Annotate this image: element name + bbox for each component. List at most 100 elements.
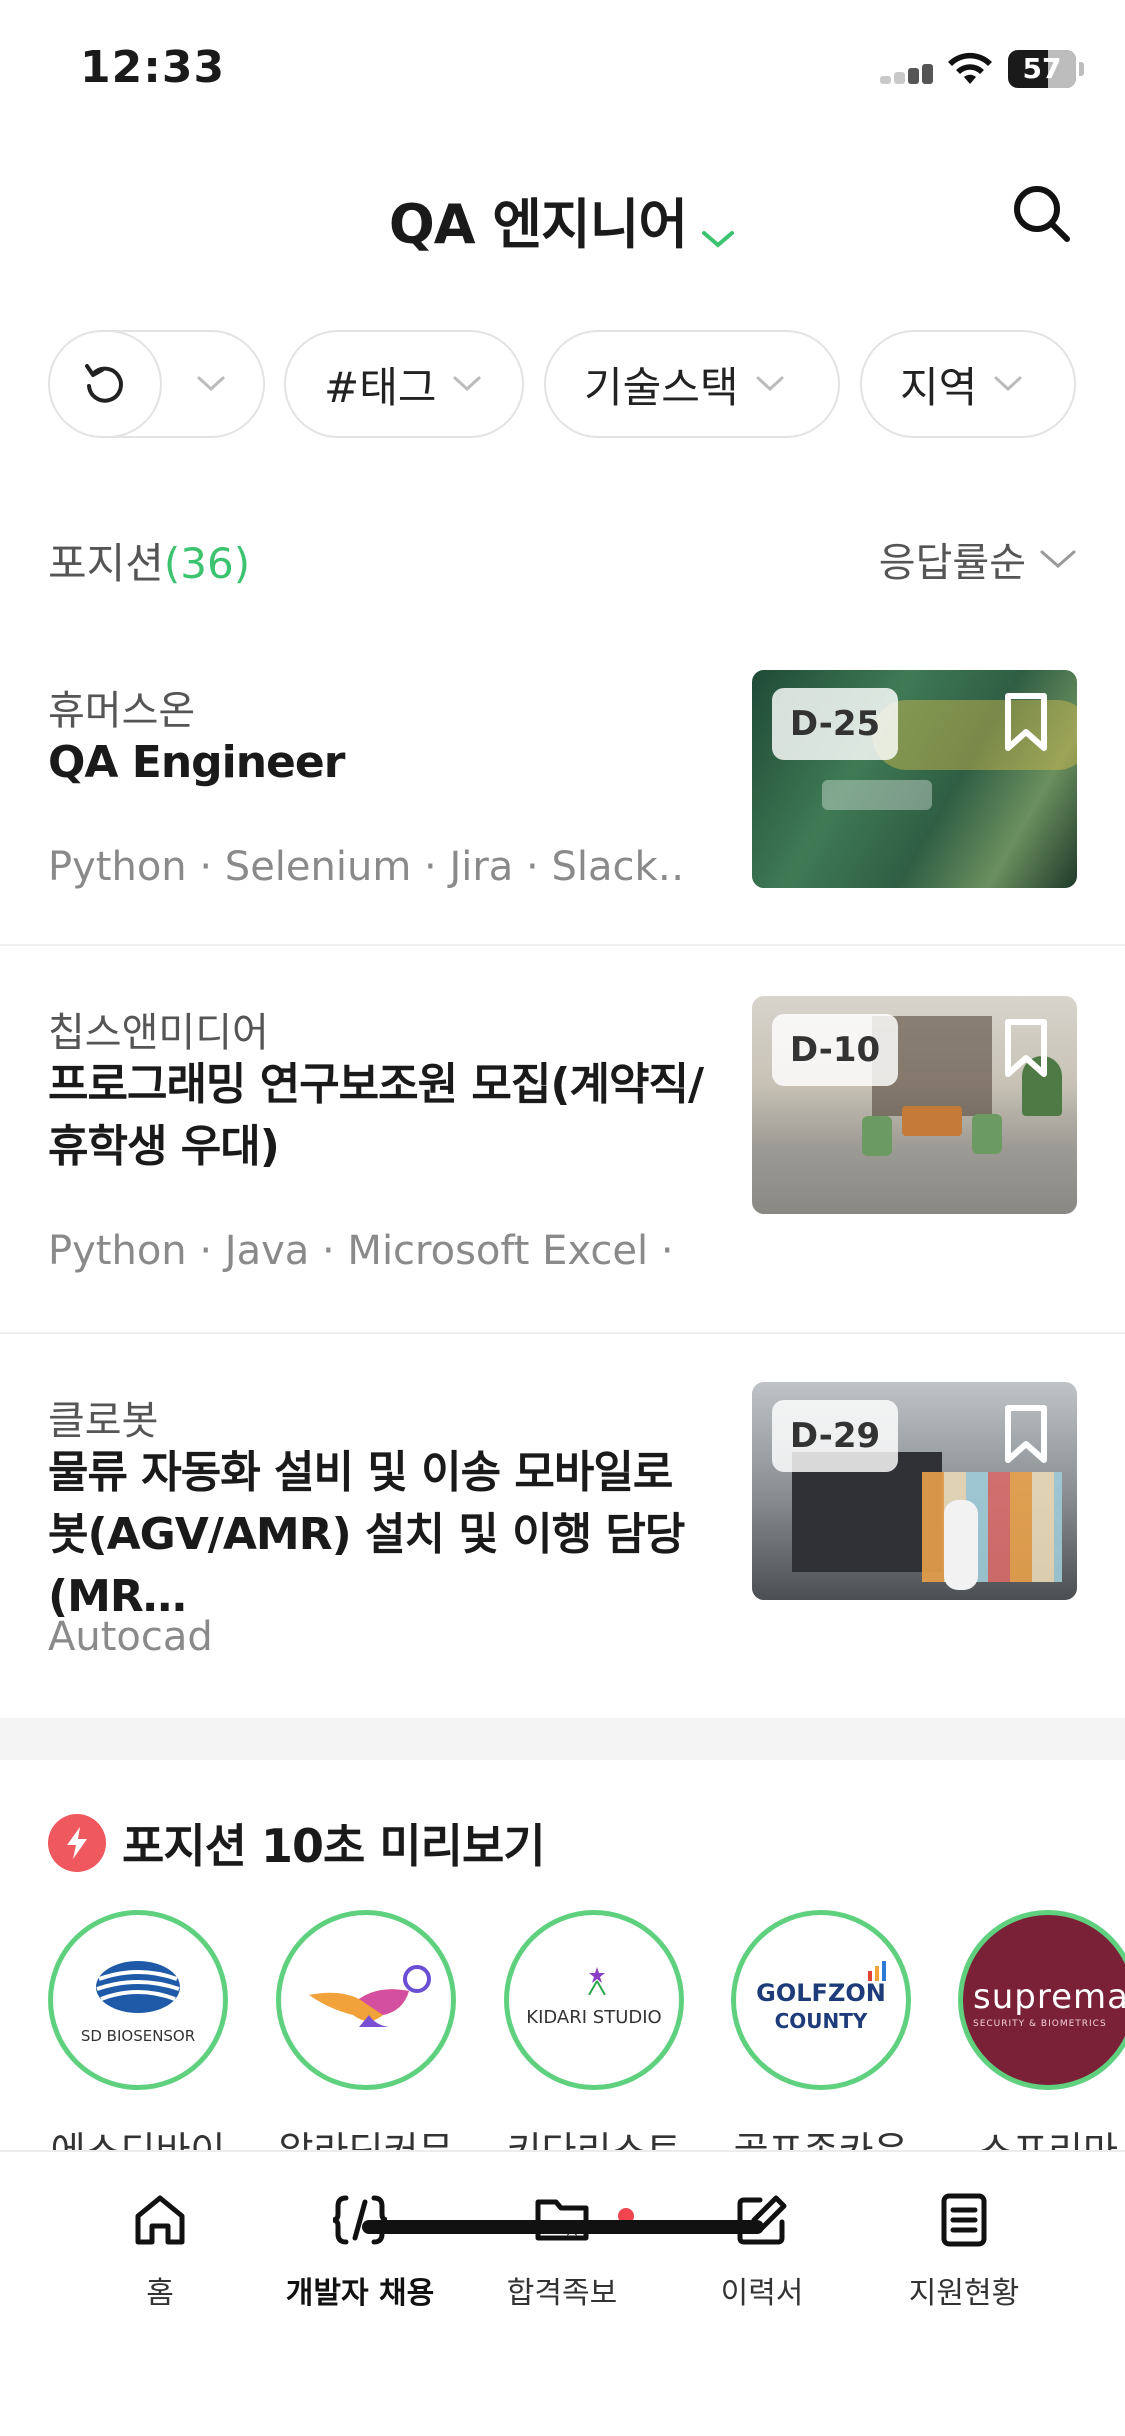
chevron-down-icon [994,376,1022,392]
company-preview-item[interactable]: KIDARI STUDIO 키다리스트 [504,1910,684,2150]
status-bar: 12:33 57 [0,0,1125,135]
section-divider [0,1718,1125,1760]
company-logo [276,1910,456,2090]
filter-chip-tag[interactable]: #태그 [284,330,524,438]
battery-icon: 57 [1008,50,1076,88]
reset-filters-button[interactable] [48,330,162,438]
logo-wordmark: SD BIOSENSOR [80,2027,196,2045]
logo-subtitle: SECURITY & BIOMETRICS [973,2019,1107,2029]
tab-label: 이력서 [720,2276,804,2311]
tab-home[interactable]: 홈 [60,2190,260,2312]
company-logo: GOLFZON COUNTY [731,1910,911,2090]
colored-blocks-shape [922,1472,1062,1582]
filter-chip-region[interactable]: 지역 [860,330,1076,438]
wifi-icon [948,52,992,84]
job-card[interactable]: 칩스앤미디어 프로그래밍 연구보조원 모집(계약직/휴학생 우대) Python… [0,948,1125,1334]
list-count: (36) [163,539,251,588]
job-title: 프로그래밍 연구보조원 모집(계약직/휴학생 우대) [48,1059,704,1172]
list-title: 포지션 [48,539,164,588]
job-company: 클로봇 [48,1398,159,1444]
job-tags: Autocad [48,1614,213,1660]
lightning-icon [48,1814,106,1872]
company-name: 스프리마 [938,2120,1125,2150]
company-name: 알라딘커뮤 [256,2120,476,2150]
page-title: QA 엔지니어 [388,193,688,256]
tab-pass-guide[interactable]: 합격족보 [462,2190,662,2312]
position-count-label: 포지션(36) [48,530,250,591]
bottom-tab-bar: 홈 개발자 채용 합격족보 이력서 지원현황 [0,2150,1125,2436]
job-tags: Python · Selenium · Jira · Slack… [48,844,688,890]
job-title: QA Engineer [48,737,345,788]
logo-wordmark-text: KIDARI STUDIO [526,2007,662,2028]
tab-developer-jobs[interactable]: 개발자 채용 [260,2190,460,2312]
battery-level: 57 [1022,52,1062,85]
star-figure-icon [588,1967,606,1995]
globe-logo-icon [96,1961,180,2013]
top-header: QA 엔지니어 [0,160,1125,270]
tab-label: 개발자 채용 [285,2276,435,2311]
filter-chip-label: 기술스택 [584,362,739,412]
company-preview-item[interactable]: SD BIOSENSOR 에스디바이 [48,1910,228,2150]
job-thumbnail: D-25 [752,670,1077,888]
preview-title: 포지션 10초 미리보기 [122,1819,546,1873]
list-header: 포지션(36) 응답률순 [48,530,1078,590]
company-name: 키다리스트 [484,2120,704,2150]
document-list-icon [941,2193,987,2247]
job-thumbnail: D-29 [752,1382,1077,1600]
tab-label: 지원현황 [908,2276,1020,2311]
filter-bar: #태그 기술스택 지역 [0,330,1125,440]
job-company: 휴머스온 [48,688,196,734]
deadline-badge: D-25 [772,688,898,760]
table-shape [902,1106,962,1136]
logo-wordmark: KIDARI STUDIO [509,2007,679,2028]
chevron-down-icon [453,376,481,392]
bar-mark-icon [868,1961,886,1981]
company-preview-item[interactable]: GOLFZON COUNTY 골프존카운 [731,1910,911,2150]
sign-lettering-shape [822,780,932,810]
company-preview-carousel[interactable]: SD BIOSENSOR 에스디바이 알라딘커뮤 KIDARI STUDIO 키… [0,1910,1125,2150]
company-preview-item[interactable]: 알라딘커뮤 [276,1910,456,2150]
deadline-badge: D-29 [772,1400,898,1472]
tab-application-status[interactable]: 지원현황 [864,2190,1064,2312]
home-indicator [362,2220,764,2234]
status-time: 12:33 [80,42,226,93]
robot-shape [944,1500,978,1590]
company-logo: SD BIOSENSOR [48,1910,228,2090]
chevron-down-icon [197,376,225,392]
filter-chip-tech-stack[interactable]: 기술스택 [544,330,840,438]
tab-resume[interactable]: 이력서 [662,2190,862,2312]
chevron-down-icon [756,376,784,392]
bookmark-icon[interactable] [1002,692,1050,752]
chair-shape [972,1114,1002,1154]
chevron-down-icon [702,230,735,248]
job-company: 칩스앤미디어 [48,1010,269,1056]
bookmark-icon[interactable] [1002,1018,1050,1078]
job-tags: Python · Java · Microsoft Excel · … [48,1228,688,1274]
company-name: 에스디바이 [28,2120,248,2150]
job-thumbnail: D-10 [752,996,1077,1214]
bookmark-icon[interactable] [1002,1404,1050,1464]
refresh-icon [85,364,123,403]
company-name: 골프존카운 [711,2120,931,2150]
job-category-selector[interactable]: QA 엔지니어 [0,180,1125,259]
job-card[interactable]: 휴머스온 QA Engineer Python · Selenium · Jir… [0,640,1125,946]
preview-section-header: 포지션 10초 미리보기 [48,1810,546,1876]
chair-shape [862,1116,892,1156]
deadline-badge: D-10 [772,1014,898,1086]
filter-chip-label: 지역 [900,362,978,412]
job-card[interactable]: 클로봇 물류 자동화 설비 및 이송 모바일로봇(AGV/AMR) 설치 및 이… [0,1336,1125,1718]
magic-lamp-icon [309,1965,431,2027]
tab-label: 합격족보 [506,2276,618,2311]
sort-dropdown[interactable]: 응답률순 [879,530,1078,588]
filter-chip-label: #태그 [324,362,437,412]
search-icon[interactable] [1010,182,1072,244]
tab-label: 홈 [146,2276,174,2311]
cellular-signal-icon [880,64,934,84]
logo-wordmark: GOLFZON [756,1979,886,2007]
company-logo: KIDARI STUDIO [504,1910,684,2090]
home-icon [135,2195,185,2245]
company-logo: suprema SECURITY & BIOMETRICS [958,1910,1125,2090]
job-title: 물류 자동화 설비 및 이송 모바일로봇(AGV/AMR) 설치 및 이행 담당… [48,1447,685,1622]
sort-label: 응답률순 [878,540,1026,586]
company-preview-item[interactable]: suprema SECURITY & BIOMETRICS 스프리마 [958,1910,1125,2150]
